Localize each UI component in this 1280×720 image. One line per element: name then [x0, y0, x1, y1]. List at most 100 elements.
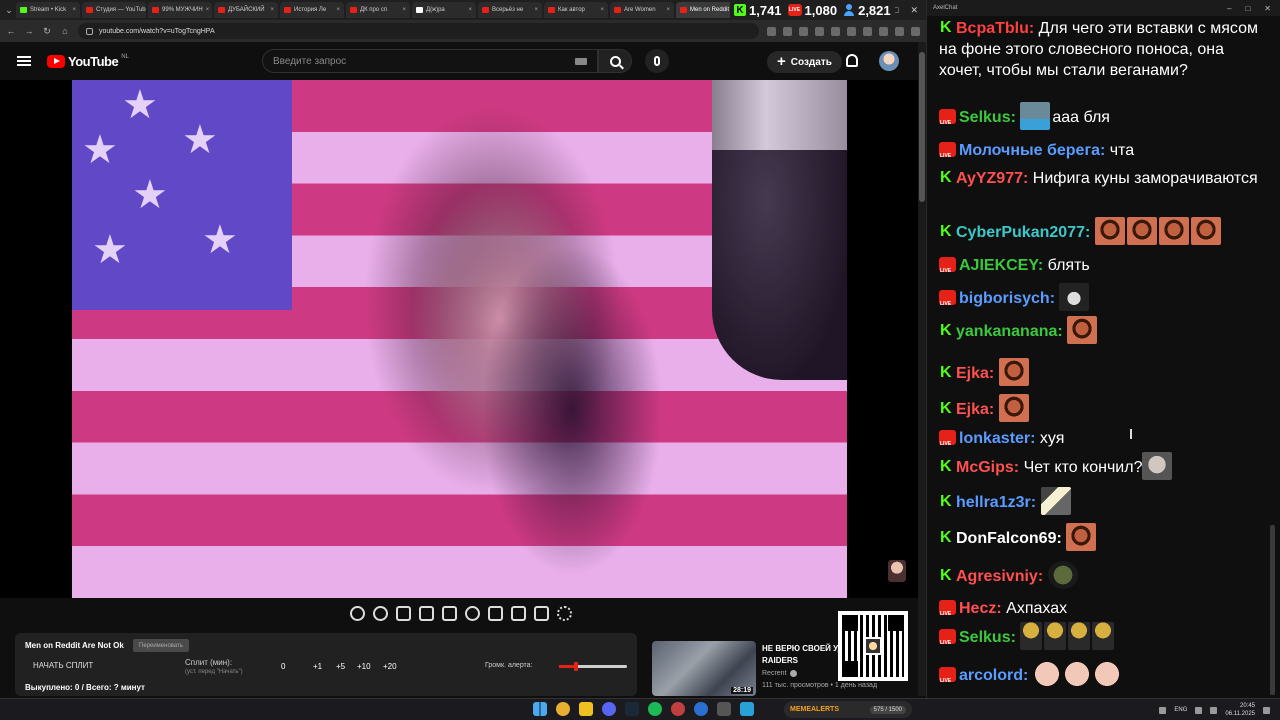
avatar[interactable]: [879, 51, 899, 71]
telegram-icon[interactable]: [740, 702, 754, 716]
maximize-icon[interactable]: □: [1245, 4, 1250, 13]
chat-username[interactable]: McGips: [956, 459, 1014, 476]
chat-username[interactable]: Selkus: [959, 109, 1011, 126]
recording-app-icon[interactable]: [671, 702, 685, 716]
language-indicator[interactable]: ENG: [1174, 707, 1187, 713]
chat-username[interactable]: DonFalcon69: [956, 530, 1056, 547]
video-frame[interactable]: ★ ★ ★ ★ ★ ★: [72, 80, 847, 598]
hamburger-menu-icon[interactable]: [17, 56, 31, 66]
browser-tab[interactable]: Are Women ×: [610, 2, 674, 18]
tab-close-icon[interactable]: ×: [468, 7, 472, 13]
screenshot-list-icon[interactable]: [396, 606, 411, 621]
tray-chevron-icon[interactable]: [1159, 706, 1167, 714]
tab-close-icon[interactable]: ×: [402, 7, 406, 13]
memealerts-widget[interactable]: MEMEALERTS 575 / 1500: [784, 701, 912, 718]
media-player-icon[interactable]: [694, 702, 708, 716]
video-title-line2[interactable]: RAIDERS: [762, 656, 798, 665]
notifications-icon[interactable]: [1263, 706, 1270, 714]
tab-close-icon[interactable]: ×: [270, 7, 274, 13]
browser-tab[interactable]: 99% МУЖЧИН ×: [148, 2, 212, 18]
tab-close-icon[interactable]: ×: [600, 7, 604, 13]
tab-close-icon[interactable]: ×: [72, 7, 76, 13]
video-thumbnail[interactable]: 28:19: [652, 641, 756, 696]
bookmark-star-icon[interactable]: [799, 26, 808, 36]
split-step-button[interactable]: +20: [383, 662, 397, 671]
download-icon[interactable]: [879, 26, 888, 36]
add-to-playlist-icon[interactable]: [511, 606, 526, 621]
browser-tab[interactable]: Студия — YouTube×: [82, 2, 146, 18]
app-icon[interactable]: [717, 702, 731, 716]
close-icon[interactable]: ✕: [1264, 4, 1271, 13]
audio-icon[interactable]: [373, 606, 388, 621]
search-input[interactable]: Введите запрос: [262, 49, 598, 73]
tab-close-icon[interactable]: ×: [666, 7, 670, 13]
menu-icon[interactable]: [911, 26, 920, 36]
subtitles-icon[interactable]: [488, 606, 503, 621]
network-icon[interactable]: [1195, 706, 1203, 714]
chat-username[interactable]: AJIEKCEY: [959, 257, 1038, 274]
split-step-button[interactable]: +5: [336, 662, 345, 671]
chat-username[interactable]: AyYZ977: [956, 170, 1023, 187]
chat-username[interactable]: hellra1z3r: [956, 494, 1031, 511]
tab-close-icon[interactable]: ×: [336, 7, 340, 13]
chat-username[interactable]: arcolord: [959, 667, 1023, 684]
picture-in-picture-icon[interactable]: [442, 606, 457, 621]
puzzle-icon[interactable]: [863, 26, 872, 36]
zoom-icon[interactable]: [783, 26, 792, 36]
gear-icon[interactable]: [557, 606, 572, 621]
chat-scrollbar[interactable]: [1270, 525, 1275, 695]
browser-tab[interactable]: История Ле ×: [280, 2, 344, 18]
folder-icon[interactable]: [579, 702, 593, 716]
minimize-icon[interactable]: –: [1227, 4, 1231, 13]
spotify-icon[interactable]: [648, 702, 662, 716]
clock[interactable]: 20:45 06.11.2025: [1225, 702, 1255, 718]
close-icon[interactable]: ✕: [910, 5, 918, 16]
search-button[interactable]: [598, 49, 632, 73]
discord-icon[interactable]: [602, 702, 616, 716]
channel-watermark[interactable]: [888, 560, 906, 582]
youtube-logo[interactable]: YouTube NL: [47, 54, 129, 69]
chat-username[interactable]: Ejka: [956, 401, 989, 418]
chat-username[interactable]: lonkaster: [959, 430, 1030, 447]
chat-username[interactable]: Agresivniy: [956, 568, 1038, 585]
page-scrollbar-thumb[interactable]: [919, 52, 925, 202]
start-split-button[interactable]: НАЧАТЬ СПЛИТ: [33, 661, 93, 670]
video-player[interactable]: ★ ★ ★ ★ ★ ★: [0, 80, 918, 598]
tab-close-icon[interactable]: ×: [206, 7, 210, 13]
chat-username[interactable]: Hecz: [959, 600, 996, 617]
site-info-icon[interactable]: [86, 27, 93, 35]
loop-icon[interactable]: [350, 606, 365, 621]
browser-tab[interactable]: Всерьёз не ×: [478, 2, 542, 18]
home-icon[interactable]: ⌂: [60, 26, 70, 36]
tab-list-icon[interactable]: ⌄: [4, 5, 14, 16]
reload-icon[interactable]: ↻: [42, 26, 52, 37]
split-step-button[interactable]: +10: [357, 662, 371, 671]
chrome-icon[interactable]: [556, 702, 570, 716]
speed-gauge-icon[interactable]: [465, 606, 480, 621]
video-title[interactable]: НЕ ВЕРЮ СВОЕЙ УДАЧЕ: [762, 643, 840, 654]
windows-start-icon[interactable]: [533, 702, 547, 716]
create-button[interactable]: + Создать: [767, 51, 842, 73]
extension-icon[interactable]: [831, 26, 840, 36]
rename-button[interactable]: Переименовать: [133, 639, 189, 652]
split-minutes-value[interactable]: 0: [281, 662, 285, 671]
channel-name[interactable]: Recrent: [762, 670, 797, 677]
steam-icon[interactable]: [625, 702, 639, 716]
alert-volume-slider[interactable]: [559, 662, 627, 671]
browser-tab[interactable]: ДК про сп ×: [346, 2, 410, 18]
tab-close-icon[interactable]: ×: [534, 7, 538, 13]
camera-icon[interactable]: [534, 606, 549, 621]
extension-icon[interactable]: [815, 26, 824, 36]
chat-username[interactable]: Selkus: [959, 629, 1011, 646]
notifications-bell-icon[interactable]: [846, 54, 858, 67]
profile-icon[interactable]: [895, 26, 904, 36]
chat-username[interactable]: yankananana: [956, 323, 1057, 340]
back-arrow-icon[interactable]: ←: [6, 26, 16, 36]
chat-username[interactable]: Молочные берега: [959, 142, 1100, 159]
chat-username[interactable]: bigborisych: [959, 290, 1050, 307]
extension-icon[interactable]: [847, 26, 856, 36]
browser-tab[interactable]: Д(ж)ра ×: [412, 2, 476, 18]
chat-username[interactable]: Ejka: [956, 365, 989, 382]
alert-volume-handle[interactable]: [574, 662, 578, 671]
clapperboard-icon[interactable]: [419, 606, 434, 621]
